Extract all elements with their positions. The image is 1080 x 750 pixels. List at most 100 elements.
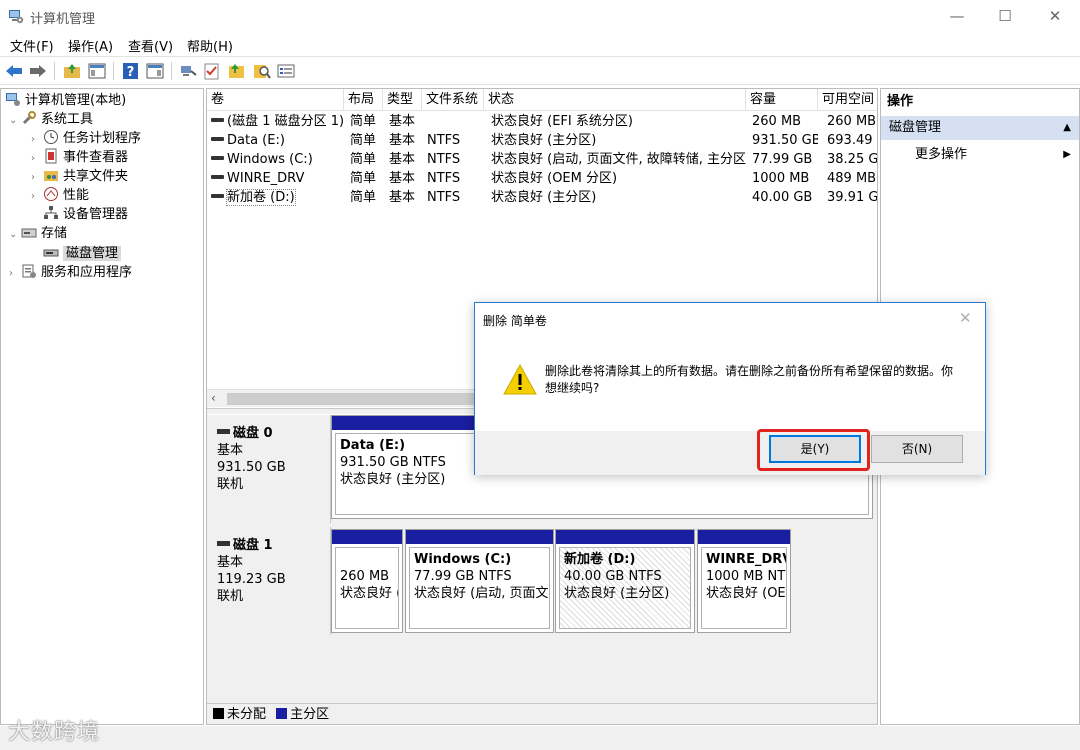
collapse-chevron-icon[interactable]: ⌄ — [9, 225, 21, 244]
tree-event-viewer[interactable]: › 事件查看器 — [31, 148, 128, 167]
cell-type: 基本 — [389, 114, 416, 129]
yes-button-highlight — [757, 429, 870, 471]
expand-chevron-icon[interactable]: › — [31, 168, 43, 187]
partition-status: 状态良好 ( — [340, 586, 399, 601]
menu-view[interactable]: 查看(V) — [128, 36, 173, 55]
collapse-chevron-icon[interactable]: ⌄ — [9, 111, 21, 130]
cell-type: 基本 — [389, 171, 416, 186]
shared-folder-icon — [44, 171, 58, 181]
close-button[interactable]: ✕ — [1032, 0, 1078, 32]
delete-volume-dialog: 删除 简单卷 ✕ 删除此卷将清除其上的所有数据。请在删除之前备份所有希望保留的数… — [474, 302, 986, 475]
help-icon[interactable]: ? — [121, 61, 141, 81]
no-button[interactable]: 否(N) — [871, 435, 963, 463]
partition-size: 260 MB — [340, 569, 390, 584]
cell-free-space: 39.91 G — [827, 190, 878, 205]
actions-section-disk-management[interactable]: 磁盘管理 ▲ — [881, 116, 1079, 140]
column-header-type[interactable]: 类型 — [383, 89, 422, 111]
disk-1-label[interactable]: 磁盘 1 基本 119.23 GB 联机 — [209, 527, 331, 635]
tree-storage[interactable]: ⌄ 存储 — [9, 224, 67, 243]
toolbar: ? — [0, 56, 1080, 85]
legend-unallocated-swatch — [213, 708, 224, 719]
scrollbar-thumb[interactable] — [227, 393, 475, 405]
tree-task-scheduler[interactable]: › 任务计划程序 — [31, 129, 141, 148]
connect-icon[interactable] — [178, 61, 198, 81]
legend-primary-label: 主分区 — [290, 707, 330, 722]
selected-partition-hatch: 新加卷 (D:) 40.00 GB NTFS 状态良好 (主分区) — [559, 547, 691, 629]
minimize-button[interactable]: — — [934, 0, 980, 32]
column-header-filesystem[interactable]: 文件系统 — [422, 89, 484, 111]
primary-partition-bar — [698, 530, 790, 544]
legend-unallocated-label: 未分配 — [227, 707, 267, 722]
back-arrow-icon[interactable] — [4, 61, 24, 81]
partition-size: 77.99 GB NTFS — [414, 569, 512, 584]
menu-help[interactable]: 帮助(H) — [187, 36, 233, 55]
expand-chevron-icon[interactable]: › — [9, 264, 21, 283]
more-actions-item[interactable]: 更多操作 ▶ — [915, 144, 1075, 166]
show-hide-action-pane-icon[interactable] — [145, 61, 165, 81]
tree-root[interactable]: 计算机管理(本地) — [5, 91, 126, 110]
volume-icon — [211, 156, 224, 160]
cell-free-space: 38.25 G — [827, 152, 878, 167]
show-hide-console-tree-icon[interactable] — [87, 61, 107, 81]
cell-volume: WINRE_DRV — [207, 169, 344, 188]
tree-performance[interactable]: › 性能 — [31, 186, 89, 205]
partition-winre[interactable]: WINRE_DRV 1000 MB NT 状态良好 (OE — [697, 529, 791, 633]
expand-chevron-icon[interactable]: › — [31, 149, 43, 168]
cell-volume: (磁盘 1 磁盘分区 1) — [207, 112, 344, 131]
tree-shared-folders[interactable]: › 共享文件夹 — [31, 167, 128, 186]
maximize-button[interactable]: ☐ — [982, 0, 1028, 32]
column-header-volume[interactable]: 卷 — [207, 89, 344, 111]
tree-services-apps[interactable]: › 服务和应用程序 — [9, 263, 132, 282]
cell-capacity: 260 MB — [752, 114, 802, 129]
partition-status: 状态良好 (主分区) — [564, 586, 670, 601]
column-header-status[interactable]: 状态 — [484, 89, 746, 111]
folder-icon[interactable] — [227, 61, 247, 81]
cell-filesystem: NTFS — [427, 133, 461, 148]
tree-system-tools[interactable]: ⌄ 系统工具 — [9, 110, 93, 129]
storage-icon — [21, 228, 37, 238]
volume-icon — [211, 118, 224, 122]
primary-partition-bar — [406, 530, 553, 544]
volume-icon — [211, 175, 224, 179]
partition-size: 1000 MB NT — [706, 569, 786, 584]
toolbar-separator — [171, 62, 172, 80]
partition-name: Windows (C:) — [414, 552, 512, 567]
cell-free-space: 693.49 G — [827, 133, 877, 148]
column-header-capacity[interactable]: 容量 — [746, 89, 818, 111]
cell-layout: 简单 — [350, 114, 377, 129]
cell-status: 状态良好 (主分区) — [491, 133, 597, 148]
menu-file[interactable]: 文件(F) — [10, 36, 54, 55]
tree-device-manager[interactable]: 设备管理器 — [43, 205, 128, 224]
properties-icon[interactable] — [276, 61, 296, 81]
scroll-left-icon[interactable]: ‹ — [211, 391, 216, 405]
disk-icon — [217, 541, 230, 546]
menu-action[interactable]: 操作(A) — [68, 36, 113, 55]
menu-bar: 文件(F) 操作(A) 查看(V) 帮助(H) — [0, 33, 1080, 55]
expand-chevron-icon[interactable]: › — [31, 187, 43, 206]
title-bar: 计算机管理 — ☐ ✕ — [0, 0, 1080, 32]
actions-header: 操作 — [887, 94, 914, 109]
partition-new-volume-d[interactable]: 新加卷 (D:) 40.00 GB NTFS 状态良好 (主分区) — [555, 529, 695, 633]
toolbar-separator — [54, 62, 55, 80]
forward-arrow-icon[interactable] — [28, 61, 48, 81]
folder-up-icon[interactable] — [62, 61, 82, 81]
expand-chevron-icon[interactable]: › — [31, 130, 43, 149]
partition-efi[interactable]: 260 MB 状态良好 ( — [331, 529, 403, 633]
column-header-layout[interactable]: 布局 — [344, 89, 383, 111]
cell-type: 基本 — [389, 133, 416, 148]
column-header-free-space[interactable]: 可用空间 — [818, 89, 877, 111]
cell-volume: Data (E:) — [207, 131, 344, 150]
search-icon[interactable] — [252, 61, 272, 81]
computer-management-icon — [6, 93, 20, 106]
dialog-close-icon[interactable]: ✕ — [959, 309, 972, 327]
watermark: 大数跨境 — [8, 720, 101, 745]
cell-type: 基本 — [389, 190, 416, 205]
partition-windows-c[interactable]: Windows (C:) 77.99 GB NTFS 状态良好 (启动, 页面文… — [405, 529, 554, 633]
dialog-title: 删除 简单卷 — [483, 314, 547, 328]
cell-layout: 简单 — [350, 152, 377, 167]
check-icon[interactable] — [202, 61, 222, 81]
collapse-up-icon[interactable]: ▲ — [1063, 116, 1071, 140]
tree-disk-management[interactable]: 磁盘管理 — [43, 244, 122, 263]
svg-text:?: ? — [127, 65, 135, 80]
disk-0-label[interactable]: 磁盘 0 基本 931.50 GB 联机 — [209, 415, 331, 523]
